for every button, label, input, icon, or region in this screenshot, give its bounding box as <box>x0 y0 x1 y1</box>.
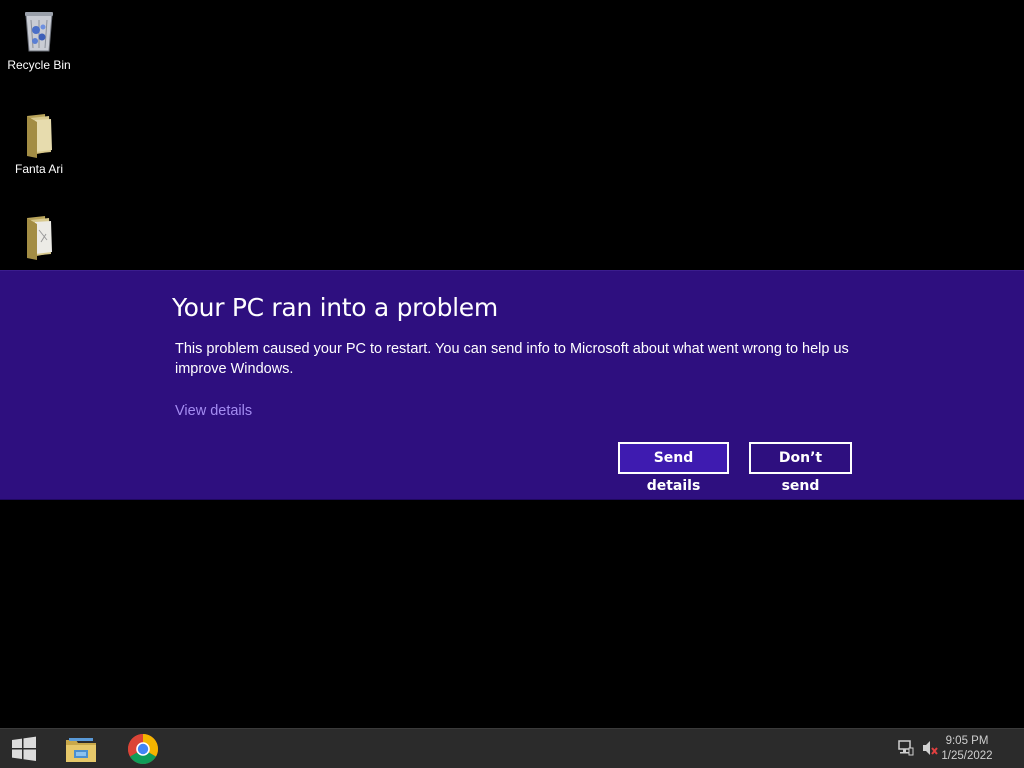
dialog-title: Your PC ran into a problem <box>172 293 498 322</box>
taskbar: 9:05 PM 1/25/2022 <box>0 728 1024 768</box>
desktop-icon-folder[interactable] <box>1 212 77 264</box>
dialog-message: This problem caused your PC to restart. … <box>175 341 849 377</box>
start-button[interactable] <box>4 731 44 767</box>
desktop-icon-recycle-bin[interactable]: Recycle Bin <box>1 6 77 72</box>
recycle-bin-icon <box>25 12 53 52</box>
network-icon[interactable] <box>897 739 915 757</box>
taskbar-chrome[interactable] <box>122 731 164 767</box>
chrome-icon <box>127 734 159 765</box>
folder-icon <box>27 216 52 260</box>
clock-time: 9:05 PM <box>945 735 989 747</box>
desktop-icon-label: Fanta Ari <box>14 162 64 176</box>
send-details-button[interactable]: Send details <box>618 442 729 494</box>
desktop-icon-label: Recycle Bin <box>7 58 71 72</box>
taskbar-file-explorer[interactable] <box>60 731 102 767</box>
error-dialog: Your PC ran into a problem This problem … <box>0 270 1024 500</box>
taskbar-clock[interactable]: 9:05 PM 1/25/2022 <box>932 734 1002 764</box>
file-explorer-icon <box>66 738 96 762</box>
dont-send-button[interactable]: Don’t send <box>749 442 852 494</box>
folder-icon <box>27 114 52 158</box>
desktop: Recycle Bin Fanta Ari Your PC ran into a… <box>0 0 1024 728</box>
windows-logo-icon <box>12 736 36 761</box>
clock-date: 1/25/2022 <box>941 750 993 762</box>
desktop-icon-fanta-ari[interactable]: Fanta Ari <box>1 110 77 176</box>
view-details-link[interactable]: View details <box>175 403 252 419</box>
